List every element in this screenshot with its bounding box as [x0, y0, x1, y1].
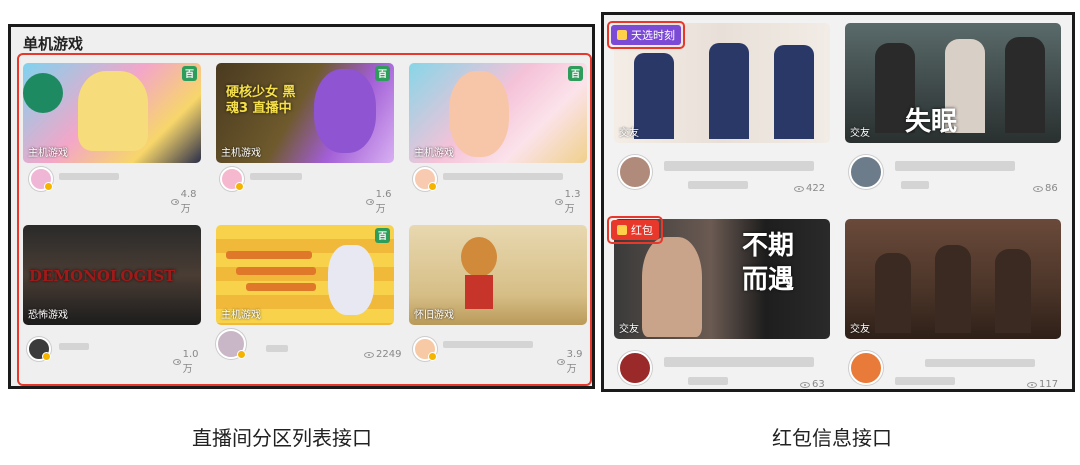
streamer-avatar[interactable]	[413, 337, 437, 361]
eye-icon	[800, 381, 810, 388]
thumbnail-overlay-text: DEMONOLOGIST	[29, 267, 176, 285]
streamer-avatar[interactable]	[849, 351, 883, 385]
redpacket-tag[interactable]: 红包	[611, 220, 659, 240]
redpacket-tag-label: 红包	[631, 224, 653, 237]
viewer-count: 1.3万	[555, 189, 583, 215]
blurred-title	[266, 345, 288, 352]
streamer-avatar[interactable]	[220, 167, 244, 191]
blurred-title	[59, 173, 119, 180]
blurred-title	[664, 161, 814, 171]
live-thumbnail[interactable]: 硬核少女 黑魂3 直播中 百 主机游戏	[216, 63, 394, 163]
eye-icon	[1027, 381, 1037, 388]
viewer-count: 4.8万	[171, 189, 199, 215]
streamer-avatar[interactable]	[413, 167, 437, 191]
viewer-count: 1.0万	[173, 349, 201, 375]
eye-icon	[173, 359, 181, 365]
live-thumbnail[interactable]: 怀旧游戏	[409, 225, 587, 325]
blurred-name	[688, 377, 728, 385]
streamer-avatar[interactable]	[216, 329, 246, 359]
blurred-title	[925, 359, 1035, 367]
viewer-count: 1.6万	[366, 189, 394, 215]
caption-left: 直播间分区列表接口	[192, 426, 372, 450]
category-label: 主机游戏	[414, 148, 454, 159]
eye-icon	[366, 199, 374, 205]
eye-icon	[557, 359, 565, 365]
blurred-name	[895, 377, 955, 385]
lottery-tag-highlight: 天选时刻	[607, 21, 685, 49]
blurred-title	[59, 343, 89, 350]
caption-right: 红包信息接口	[772, 426, 892, 450]
blurred-title	[443, 341, 533, 348]
brand-badge: 百	[374, 66, 390, 81]
brand-badge: 百	[374, 228, 390, 243]
category-label: 交友	[619, 128, 639, 139]
blurred-name	[688, 181, 748, 189]
blurred-title	[250, 173, 302, 180]
section-title: 单机游戏	[23, 35, 84, 53]
eye-icon	[1033, 185, 1043, 192]
viewer-count: 422	[794, 183, 825, 194]
blurred-name	[901, 181, 929, 189]
live-thumbnail[interactable]: 百 主机游戏	[216, 225, 394, 325]
thumbnail-overlay-text: 失眠	[905, 107, 958, 137]
category-label: 主机游戏	[221, 310, 261, 321]
lottery-tag[interactable]: 天选时刻	[611, 25, 681, 45]
eye-icon	[364, 351, 374, 358]
live-thumbnail[interactable]: DEMONOLOGIST 恐怖游戏	[23, 225, 201, 325]
viewer-count: 63	[800, 379, 825, 390]
category-label: 交友	[850, 128, 870, 139]
redpacket-panel: 交友 422 天选时刻 失眠 交友 86 不期而遇 交友 63 红包 交友 11…	[601, 12, 1075, 392]
streamer-avatar[interactable]	[29, 167, 53, 191]
viewer-count: 117	[1027, 379, 1058, 390]
viewer-count: 86	[1033, 183, 1058, 194]
streamer-avatar[interactable]	[618, 351, 652, 385]
brand-badge: 百	[567, 66, 583, 81]
category-label: 怀旧游戏	[414, 310, 454, 321]
live-thumbnail[interactable]: 失眠 交友	[845, 23, 1061, 143]
category-label: 恐怖游戏	[28, 310, 68, 321]
category-label: 交友	[619, 324, 639, 335]
category-label: 主机游戏	[28, 148, 68, 159]
thumbnail-overlay-text: 不期而遇	[742, 231, 795, 295]
viewer-count: 2249	[364, 349, 401, 360]
brand-badge: 百	[181, 66, 197, 81]
eye-icon	[794, 185, 804, 192]
live-category-panel: 单机游戏 百 主机游戏 4.8万 硬核少女 黑魂3 直播中 百 主机游戏 1.6…	[8, 24, 595, 389]
streamer-avatar[interactable]	[27, 337, 51, 361]
live-thumbnail[interactable]: 交友	[845, 219, 1061, 339]
category-label: 主机游戏	[221, 148, 261, 159]
thumbnail-overlay-text: 硬核少女 黑魂3 直播中	[226, 85, 296, 116]
live-thumbnail[interactable]: 百 主机游戏	[23, 63, 201, 163]
blurred-title	[443, 173, 563, 180]
gift-icon	[617, 30, 627, 40]
eye-icon	[171, 199, 179, 205]
blurred-title	[895, 161, 1015, 171]
live-thumbnail[interactable]: 百 主机游戏	[409, 63, 587, 163]
streamer-avatar[interactable]	[618, 155, 652, 189]
streamer-avatar[interactable]	[849, 155, 883, 189]
blurred-title	[664, 357, 814, 367]
viewer-count: 3.9万	[557, 349, 585, 375]
redpacket-tag-highlight: 红包	[607, 216, 663, 244]
eye-icon	[555, 199, 563, 205]
category-label: 交友	[850, 324, 870, 335]
lottery-tag-label: 天选时刻	[631, 29, 675, 42]
red-packet-icon	[617, 225, 627, 235]
